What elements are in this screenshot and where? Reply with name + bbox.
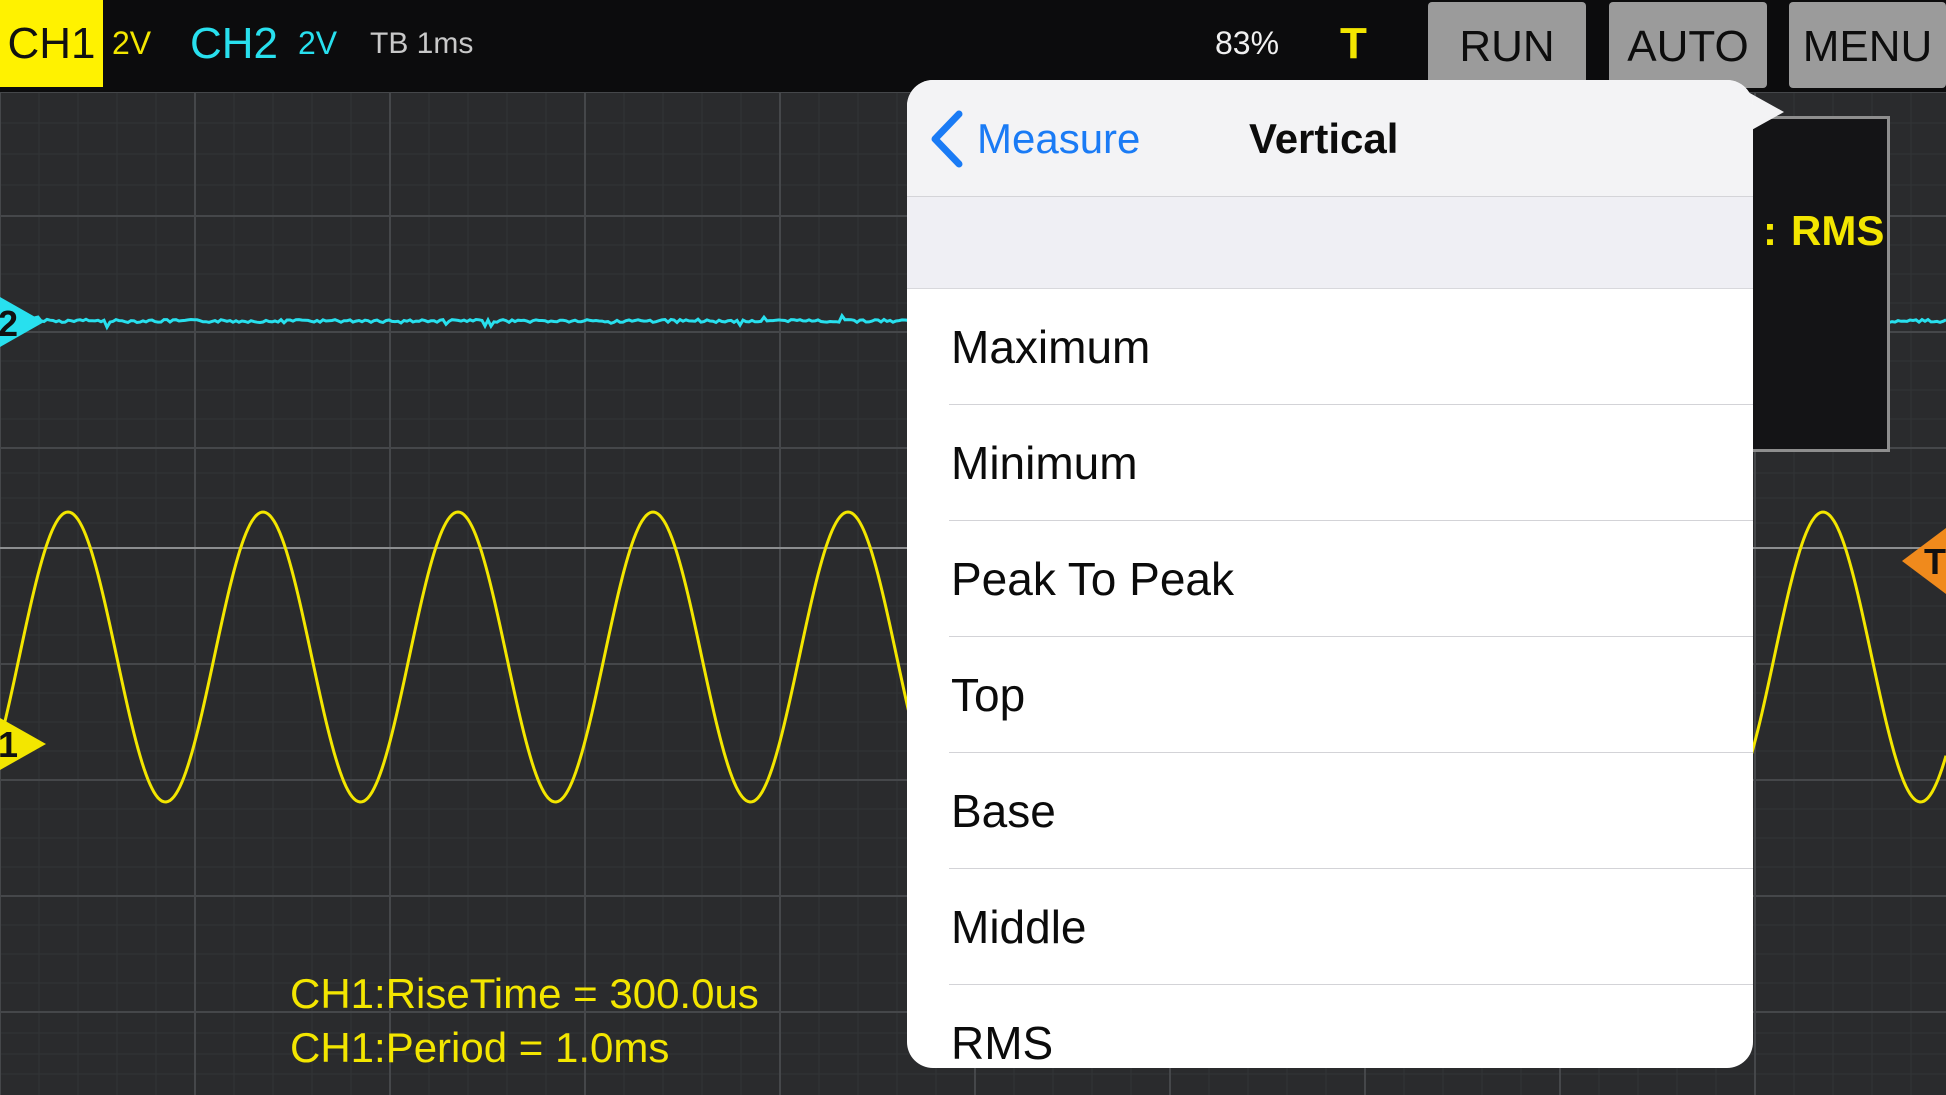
- side-panel-rms: : RMS: [1763, 207, 1885, 254]
- option-label: Maximum: [951, 321, 1151, 373]
- option-maximum[interactable]: Maximum: [907, 289, 1753, 405]
- back-button[interactable]: Measure: [927, 102, 1140, 176]
- trigger-marker-label: T: [1924, 541, 1946, 582]
- ch2-marker-label: 2: [0, 303, 18, 344]
- run-button[interactable]: RUN: [1428, 2, 1586, 88]
- top-toolbar: CH1 2V CH2 2V TB 1ms 83% T RUN AUTO MENU: [0, 0, 1946, 92]
- option-base[interactable]: Base: [907, 753, 1753, 869]
- popover-header: Measure Vertical: [907, 80, 1753, 197]
- measurement-rise-time: CH1:RiseTime = 300.0us: [290, 970, 759, 1017]
- ch1-scale[interactable]: 2V: [112, 0, 151, 87]
- option-label: RMS: [951, 1017, 1054, 1068]
- ch1-marker-label: 1: [0, 724, 18, 765]
- option-peak-to-peak[interactable]: Peak To Peak: [907, 521, 1753, 637]
- popover-section-header: [907, 197, 1753, 289]
- measure-option-list: Maximum Minimum Peak To Peak Top Base Mi…: [907, 289, 1753, 1068]
- option-label: Middle: [951, 901, 1087, 953]
- vertical-measure-popover: Measure Vertical Maximum Minimum Peak To…: [907, 80, 1753, 1068]
- ch2-marker[interactable]: 2: [0, 297, 44, 347]
- option-label: Minimum: [951, 437, 1138, 489]
- auto-button[interactable]: AUTO: [1609, 2, 1767, 88]
- option-top[interactable]: Top: [907, 637, 1753, 753]
- trigger-button[interactable]: T: [1340, 0, 1367, 87]
- measurement-period: CH1:Period = 1.0ms: [290, 1024, 670, 1071]
- option-rms[interactable]: RMS: [907, 985, 1753, 1068]
- ch2-button[interactable]: CH2: [190, 0, 278, 87]
- option-label: Top: [951, 669, 1026, 721]
- trigger-level-marker[interactable]: T: [1902, 528, 1946, 594]
- oscilloscope-app: CH1 2V CH2 2V TB 1ms 83% T RUN AUTO MENU…: [0, 0, 1946, 1095]
- zoom-level: 83%: [1215, 25, 1280, 61]
- ch2-scale[interactable]: 2V: [298, 0, 337, 87]
- chevron-left-icon: [931, 110, 963, 168]
- option-minimum[interactable]: Minimum: [907, 405, 1753, 521]
- ch1-button[interactable]: CH1: [0, 0, 103, 87]
- back-button-label: Measure: [977, 115, 1141, 162]
- menu-button[interactable]: MENU: [1789, 2, 1946, 88]
- option-label: Peak To Peak: [951, 553, 1235, 605]
- side-panel-rms-text: RMS: [1791, 207, 1885, 254]
- popover-arrow: [1748, 92, 1784, 132]
- timebase-label[interactable]: TB 1ms: [370, 0, 473, 87]
- option-label: Base: [951, 785, 1056, 837]
- option-middle[interactable]: Middle: [907, 869, 1753, 985]
- popover-title: Vertical: [1249, 115, 1399, 162]
